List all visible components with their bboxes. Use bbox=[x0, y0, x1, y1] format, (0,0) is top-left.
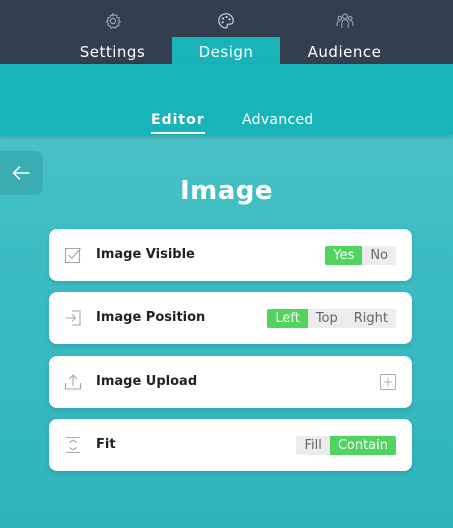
subtab-editor[interactable]: Editor bbox=[151, 112, 205, 134]
top-tab-bar: Settings Design Audience bbox=[0, 0, 453, 64]
tab-design-label: Design bbox=[198, 43, 254, 61]
fit-label: Fit bbox=[96, 437, 116, 452]
upload-icon bbox=[64, 374, 82, 390]
tab-settings-label: Settings bbox=[79, 43, 146, 61]
image-visible-label: Image Visible bbox=[96, 247, 195, 262]
tab-settings[interactable]: Settings bbox=[55, 0, 170, 64]
palette-icon bbox=[218, 13, 234, 29]
image-upload-label: Image Upload bbox=[96, 374, 198, 389]
sign-in-icon bbox=[65, 310, 81, 326]
fit-card: Fit Fill Contain bbox=[49, 419, 412, 471]
sub-tab-bar: Editor Advanced bbox=[0, 64, 453, 135]
tab-design[interactable]: Design bbox=[172, 13, 280, 64]
image-visible-toggle: Yes No bbox=[325, 246, 396, 265]
image-position-top-option[interactable]: Top bbox=[308, 309, 346, 328]
image-position-label: Image Position bbox=[96, 310, 206, 325]
section-title: Image bbox=[179, 176, 274, 206]
image-position-toggle: Left Top Right bbox=[267, 309, 396, 328]
fit-vertical-icon bbox=[66, 436, 80, 454]
app: Settings Design Audience Editor Advanced… bbox=[0, 0, 453, 528]
fit-toggle: Fill Contain bbox=[296, 436, 396, 455]
people-icon bbox=[336, 13, 353, 28]
checkbox-icon bbox=[64, 247, 81, 264]
image-visible-yes-option[interactable]: Yes bbox=[325, 246, 363, 265]
fit-contain-option[interactable]: Contain bbox=[329, 436, 396, 455]
tab-audience-label: Audience bbox=[307, 43, 382, 61]
fit-fill-option[interactable]: Fill bbox=[296, 436, 329, 455]
image-visible-no-option[interactable]: No bbox=[362, 246, 396, 265]
tab-audience[interactable]: Audience bbox=[287, 0, 402, 64]
image-position-right-option[interactable]: Right bbox=[346, 309, 396, 328]
subtab-advanced[interactable]: Advanced bbox=[242, 112, 314, 128]
image-position-left-option[interactable]: Left bbox=[267, 309, 308, 328]
plus-box-icon[interactable] bbox=[380, 374, 396, 390]
image-position-card: Image Position Left Top Right bbox=[49, 292, 412, 344]
image-visible-card: Image Visible Yes No bbox=[49, 229, 412, 281]
gear-icon bbox=[105, 12, 121, 29]
image-upload-card: Image Upload bbox=[49, 356, 412, 408]
